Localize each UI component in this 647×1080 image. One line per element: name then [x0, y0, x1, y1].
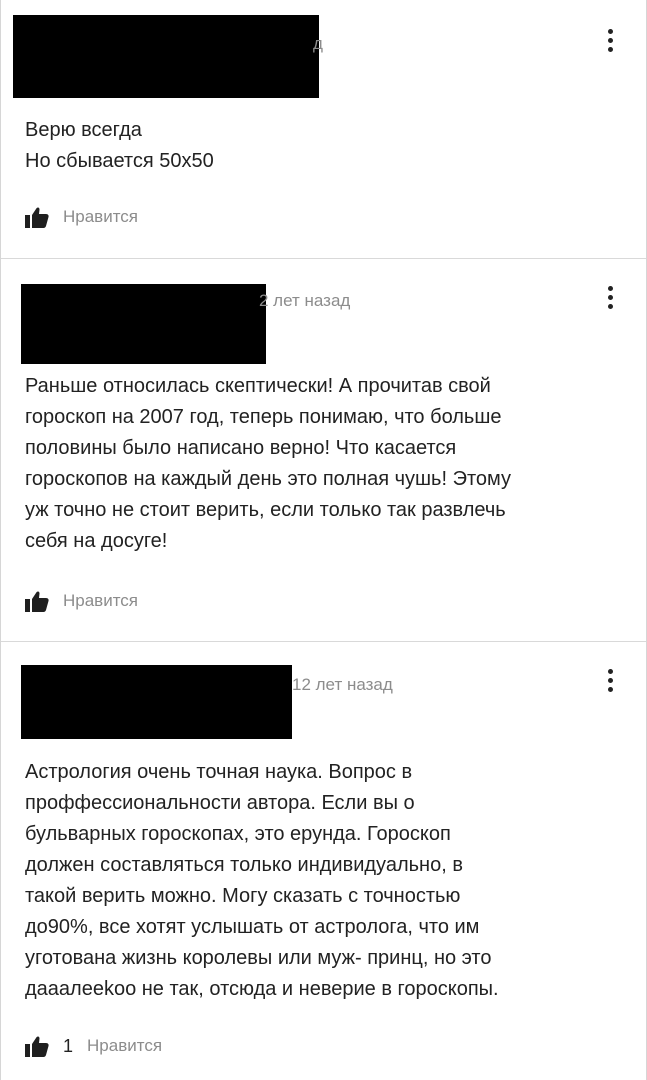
comment-text: Раньше относилась скептически! А прочита… [25, 375, 511, 552]
thumbs-up-icon [25, 206, 49, 228]
comment-1: д Верю всегда Но сбывается 50х50 Нравитс… [1, 0, 646, 259]
more-vertical-icon [607, 28, 613, 34]
comment-text: Астрология очень точная наука. Вопрос в … [25, 761, 499, 1000]
comments-feed: д Верю всегда Но сбывается 50х50 Нравитс… [0, 0, 647, 1080]
redacted-author [13, 15, 319, 98]
comment-time: 2 лет назад [259, 291, 351, 310]
thumbs-up-icon [25, 1035, 49, 1057]
like-button[interactable]: Нравится [25, 206, 138, 228]
like-button[interactable]: Нравится [25, 590, 138, 612]
comment-2: 2 лет назад Раньше относилась скептическ… [1, 258, 646, 642]
more-options-button[interactable] [600, 283, 620, 311]
redacted-author [21, 665, 292, 739]
comment-3: 12 лет назад Астрология очень точная нау… [1, 641, 646, 1080]
like-label: Нравится [63, 207, 139, 226]
like-count: 1 [63, 1035, 74, 1056]
more-options-button[interactable] [600, 26, 620, 54]
like-label: Нравится [87, 1036, 163, 1055]
thumbs-up-icon [25, 590, 49, 612]
more-vertical-icon [607, 285, 613, 291]
comment-text: Верю всегда Но сбывается 50х50 [25, 119, 214, 172]
comment-time: д [313, 34, 323, 53]
comment-time: 12 лет назад [292, 675, 393, 694]
like-button[interactable]: 1 Нравится [25, 1035, 162, 1057]
more-vertical-icon [607, 668, 613, 674]
more-options-button[interactable] [600, 666, 620, 694]
redacted-author [21, 284, 266, 364]
like-label: Нравится [63, 591, 139, 610]
